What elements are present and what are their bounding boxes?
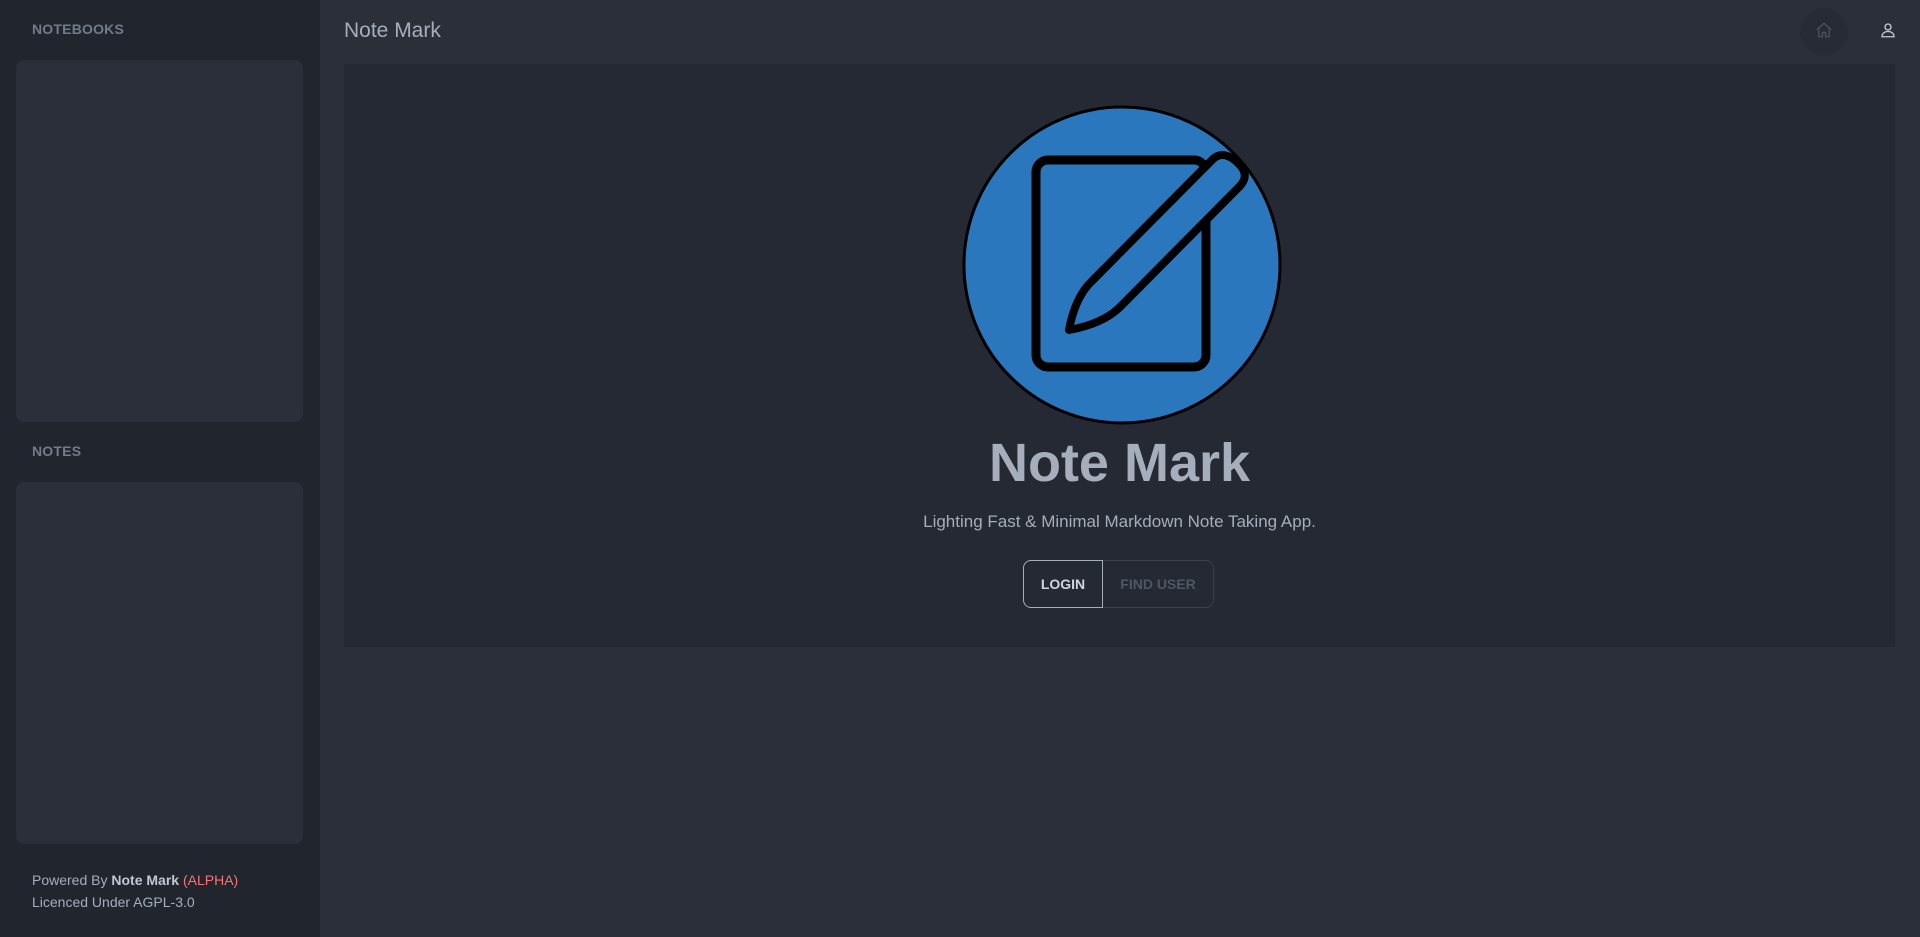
sidebar-footer: Powered By Note Mark (ALPHA) Licenced Un…: [32, 869, 238, 913]
sidebar: NOTEBOOKS NOTES Powered By Note Mark (AL…: [0, 0, 320, 937]
user-button[interactable]: [1864, 8, 1912, 56]
hero-title: Note Mark: [988, 433, 1251, 493]
hero-subtitle: Lighting Fast & Minimal Markdown Note Ta…: [923, 512, 1316, 531]
login-button[interactable]: LOGIN: [1023, 560, 1103, 608]
home-button[interactable]: [1800, 8, 1848, 56]
app-root: NOTEBOOKS NOTES Powered By Note Mark (AL…: [0, 0, 1920, 937]
home-icon: [1815, 21, 1833, 44]
notebooks-list[interactable]: [16, 60, 303, 422]
find-user-button[interactable]: FIND USER: [1103, 560, 1214, 608]
notes-list[interactable]: [16, 482, 303, 844]
notes-title: NOTES: [32, 443, 82, 459]
powered-by-text: Powered By: [32, 872, 108, 888]
page-title: Note Mark: [344, 19, 441, 42]
footer-brand: Note Mark: [111, 872, 180, 888]
hero-section: Note Mark Lighting Fast & Minimal Markdo…: [344, 64, 1895, 647]
notebooks-title: NOTEBOOKS: [32, 21, 125, 37]
auth-button-group: LOGIN FIND USER: [1023, 560, 1214, 608]
licence-text: Licenced Under AGPL-3.0: [32, 894, 195, 910]
alpha-badge: (ALPHA): [182, 872, 239, 888]
note-pencil-logo: [960, 103, 1284, 427]
user-icon: [1879, 21, 1897, 44]
